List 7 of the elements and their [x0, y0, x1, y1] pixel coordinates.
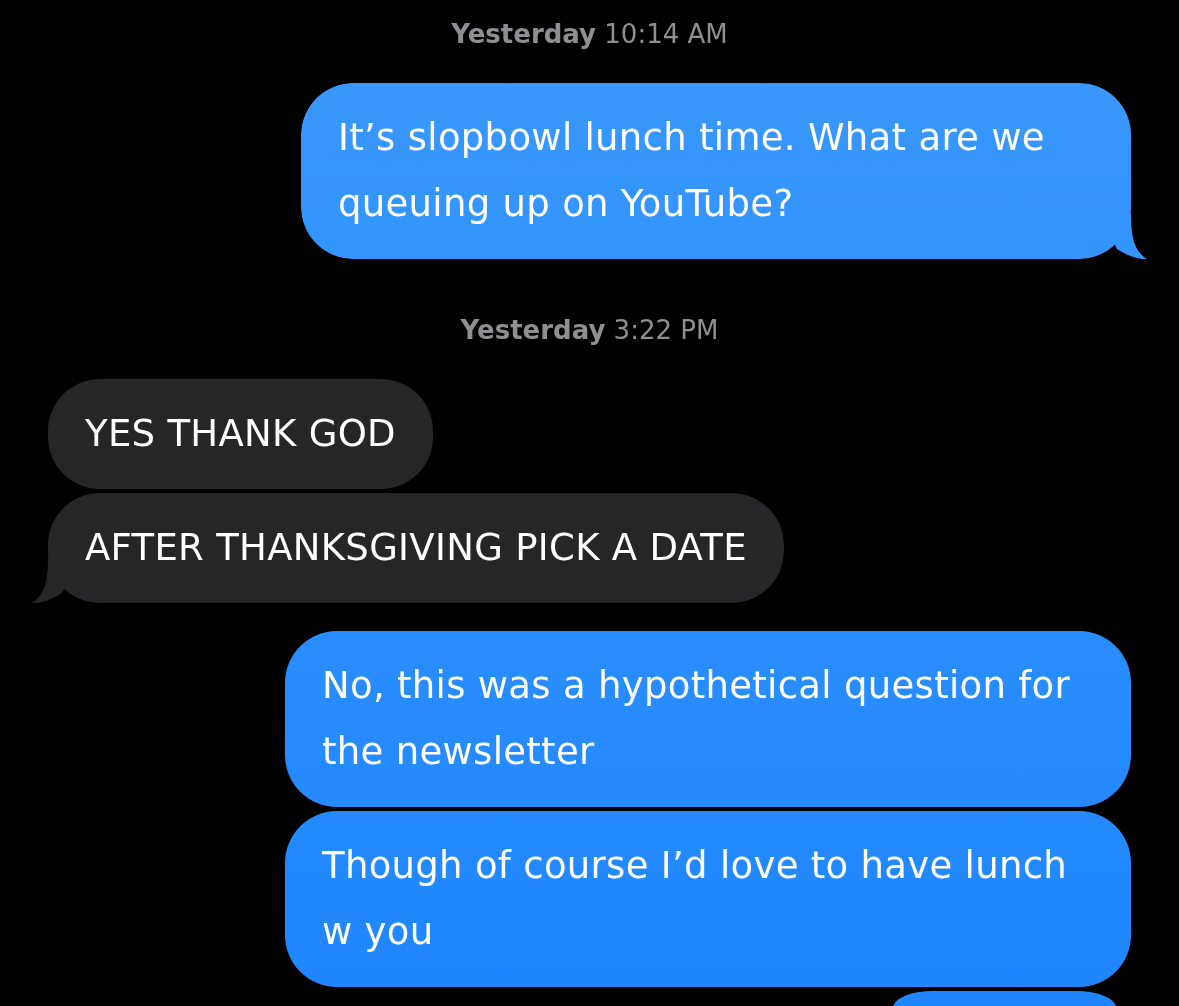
message-bubble: No, this was a hypothetical question for the newsletter — [285, 631, 1131, 807]
timestamp: Yesterday 10:14 AM — [451, 18, 728, 51]
message-bubble: Though of course I’d love to have lunch w you — [285, 811, 1131, 987]
timestamp: Yesterday 3:22 PM — [460, 314, 719, 347]
message-bubble: YES THANK GOD — [48, 379, 433, 489]
message-bubble: AFTER THANKSGIVING PICK A DATE — [32, 493, 784, 603]
message-bubble: It’s slopbowl lunch time. What are we queuing up on YouTube? — [301, 83, 1147, 259]
